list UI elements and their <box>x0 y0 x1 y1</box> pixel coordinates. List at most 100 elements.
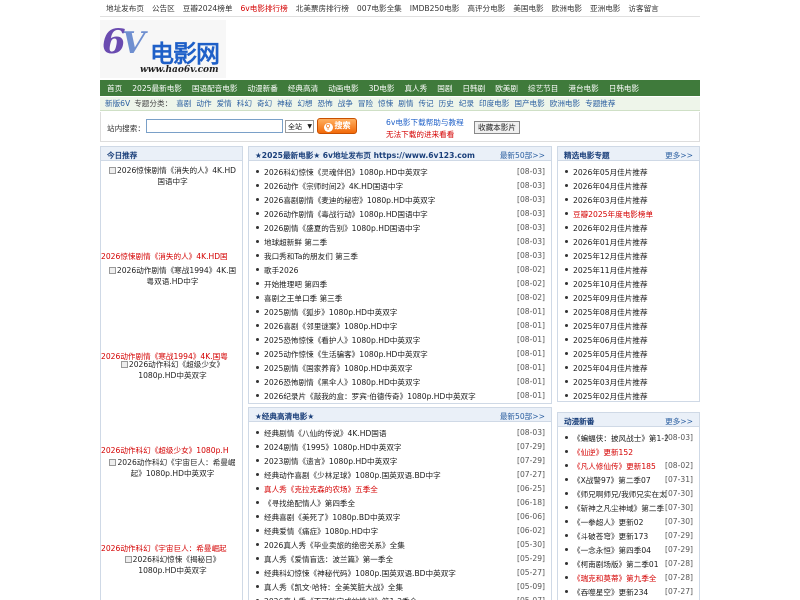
item-title[interactable]: 《斩神之凡尘神域》第二季 <box>573 503 664 514</box>
list-item[interactable]: 2026年05月佳片推荐 <box>564 165 693 179</box>
item-title[interactable]: 经典科幻惊悚《神秘代码》1080p.国英双语.BD中英双字 <box>264 568 456 579</box>
download-help-link[interactable]: 无法下载的进来看看 <box>386 129 454 140</box>
item-title[interactable]: 歌手2026 <box>264 265 299 276</box>
list-item[interactable]: 2026科幻惊悚《灵魂伴侣》1080p.HD中英双字 [08-03] <box>255 165 545 179</box>
item-title[interactable]: 真人秀《凯文·哈特：全美笑脏大战》全集 <box>264 582 403 593</box>
list-item[interactable]: 2025年05月佳片推荐 <box>564 347 693 361</box>
main-nav-item[interactable]: 综艺节目 <box>528 83 558 94</box>
item-title[interactable]: 2025年04月佳片推荐 <box>573 363 648 374</box>
recommend-caption[interactable]: 2026惊悚剧情《消失的人》4K.HD国 <box>101 251 244 262</box>
list-item[interactable]: 2026年04月佳片推荐 <box>564 179 693 193</box>
category-link[interactable]: 剧情 <box>398 98 413 109</box>
item-title[interactable]: 《师兄啊师兄/我师兄实在太 <box>573 489 667 500</box>
item-title[interactable]: 2026动作《宗师时间2》4K.HD国语中字 <box>264 181 403 192</box>
more-link[interactable]: 最新50部>> <box>500 411 545 422</box>
item-title[interactable]: 2025年08月佳片推荐 <box>573 307 648 318</box>
list-item[interactable]: 2026动作剧情《毒战行动》1080p.HD国语中字 [08-03] <box>255 207 545 221</box>
item-title[interactable]: 2025动作惊悚《生活骗客》1080p.HD中英双字 <box>264 349 428 360</box>
list-item[interactable]: 2026真人秀《不可能完成的挑战》第1-2季全 [05-07] <box>255 594 545 600</box>
category-link[interactable]: 传记 <box>418 98 433 109</box>
category-link[interactable]: 欧洲电影 <box>550 98 580 109</box>
list-item[interactable]: 2026恐怖剧情《黑伞人》1080p.HD中英双字 [08-01] <box>255 375 545 389</box>
item-title[interactable]: 《X战警97》第二季07 <box>573 475 651 486</box>
list-item[interactable]: 2025年04月佳片推荐 <box>564 361 693 375</box>
item-title[interactable]: 2026年02月佳片推荐 <box>573 223 648 234</box>
list-item[interactable]: 2026剧情《盛夏的告别》1080p.HD国语中字 [08-03] <box>255 221 545 235</box>
category-link[interactable]: 专题推荐 <box>585 98 615 109</box>
category-link[interactable]: 动作 <box>196 98 211 109</box>
item-title[interactable]: 2025年06月佳片推荐 <box>573 335 648 346</box>
list-item[interactable]: 《柯南剧场版》第二季01 [07-28] <box>564 557 693 571</box>
item-title[interactable]: 经典剧情《八仙的传说》4K.HD国语 <box>264 428 387 439</box>
category-link[interactable]: 冒险 <box>358 98 373 109</box>
recommend-item[interactable]: 2026科幻惊悚《揭秘日》1080p.HD中英双字 <box>101 554 244 576</box>
top-link[interactable]: 豆瓣2024榜单 <box>183 3 233 14</box>
main-nav-item[interactable]: 国语配音电影 <box>192 83 238 94</box>
poster-image[interactable]: 2026科幻惊悚《揭秘日》1080p.HD中英双字 <box>108 554 238 576</box>
list-item[interactable]: 豆瓣2025年度电影榜单 <box>564 207 693 221</box>
category-link[interactable]: 奇幻 <box>257 98 272 109</box>
item-title[interactable]: 开始推理吧 第四季 <box>264 279 327 290</box>
main-nav-item[interactable]: 日韩剧 <box>462 83 485 94</box>
list-item[interactable]: 真人秀《克拉克森的农场》五季全 [06-25] <box>255 482 545 496</box>
item-title[interactable]: 2026年05月佳片推荐 <box>573 167 648 178</box>
item-title[interactable]: 2025年12月佳片推荐 <box>573 251 648 262</box>
item-title[interactable]: 《瑞克和莫蒂》第九季全 <box>573 573 657 584</box>
top-link[interactable]: 地址发布页 <box>106 3 144 14</box>
top-link[interactable]: 007电影全集 <box>357 3 402 14</box>
main-nav-item[interactable]: 动漫新番 <box>247 83 277 94</box>
item-title[interactable]: 《凡人修仙传》更新185 <box>573 461 656 472</box>
item-title[interactable]: 2025剧情《狐步》1080p.HD中英双字 <box>264 307 397 318</box>
list-item[interactable]: 《师兄啊师兄/我师兄实在太 [07-30] <box>564 487 693 501</box>
category-link[interactable]: 神秘 <box>277 98 292 109</box>
top-link[interactable]: 北美票房排行榜 <box>296 3 349 14</box>
list-item[interactable]: 2025动作惊悚《生活骗客》1080p.HD中英双字 [08-01] <box>255 347 545 361</box>
more-link[interactable]: 更多>> <box>665 150 693 161</box>
top-link[interactable]: 欧洲电影 <box>552 3 582 14</box>
item-title[interactable]: 2026真人秀《毕业卖旅的绝密关系》全集 <box>264 540 405 551</box>
item-title[interactable]: 2026科幻惊悚《灵魂伴侣》1080p.HD中英双字 <box>264 167 428 178</box>
list-item[interactable]: 2026喜剧剧情《麦迪的秘密》1080p.HD中英双字 [08-03] <box>255 193 545 207</box>
list-item[interactable]: 歌手2026 [08-02] <box>255 263 545 277</box>
top-link[interactable]: 公告区 <box>152 3 175 14</box>
item-title[interactable]: 《蝙蝠侠：披风战士》第1-2季 <box>573 433 668 444</box>
main-nav-item[interactable]: 欧美剧 <box>495 83 518 94</box>
item-title[interactable]: 《一念永恒》第四季04 <box>573 545 651 556</box>
list-item[interactable]: 《瑞克和莫蒂》第九季全 [07-28] <box>564 571 693 585</box>
list-item[interactable]: 2025剧情《狐步》1080p.HD中英双字 [08-01] <box>255 305 545 319</box>
top-link[interactable]: 美国电影 <box>513 3 543 14</box>
list-item[interactable]: 2025年02月佳片推荐 <box>564 389 693 403</box>
list-item[interactable]: 经典喜剧《美死了》1080p.BD中英双字 [06-06] <box>255 510 545 524</box>
list-item[interactable]: 《吞噬星空》更新234 [07-27] <box>564 585 693 599</box>
main-nav-item[interactable]: 动画电影 <box>328 83 358 94</box>
site-logo[interactable]: 6 V 电影网 www.hao6v.com <box>100 20 226 78</box>
list-item[interactable]: 2025恐怖惊悚《看护人》1080p.HD中英双字 [08-01] <box>255 333 545 347</box>
item-title[interactable]: 2025剧情《国家养育》1080p.HD中英双字 <box>264 363 413 374</box>
list-item[interactable]: 2025年03月佳片推荐 <box>564 375 693 389</box>
list-item[interactable]: 《一念永恒》第四季04 [07-29] <box>564 543 693 557</box>
poster-image[interactable]: 2026动作科幻《宇宙巨人：希曼崛起》1080p.HD中英双字 <box>108 457 238 479</box>
list-item[interactable]: 2023剧情《遗言》1080p.HD中英双字 [07-29] <box>255 454 545 468</box>
bookmark-button[interactable]: 收藏本影片 <box>474 121 520 134</box>
main-nav-item[interactable]: 2025最新电影 <box>132 83 182 94</box>
list-item[interactable]: 2025年06月佳片推荐 <box>564 333 693 347</box>
category-link[interactable]: 纪录 <box>459 98 474 109</box>
item-title[interactable]: 2025恐怖惊悚《看护人》1080p.HD中英双字 <box>264 335 420 346</box>
item-title[interactable]: 2023剧情《遗言》1080p.HD中英双字 <box>264 456 397 467</box>
item-title[interactable]: 2025年07月佳片推荐 <box>573 321 648 332</box>
item-title[interactable]: 《一拳超人》更新02 <box>573 517 643 528</box>
item-title[interactable]: 地球超新鲜 第二季 <box>264 237 327 248</box>
list-item[interactable]: 2026年02月佳片推荐 <box>564 221 693 235</box>
recommend-item[interactable]: 2026动作剧情《寒战1994》4K.国粤双语.HD中字 <box>101 265 244 287</box>
main-nav-item[interactable]: 国剧 <box>437 83 452 94</box>
main-nav-item[interactable]: 日韩电影 <box>609 83 639 94</box>
item-title[interactable]: 2025年03月佳片推荐 <box>573 377 648 388</box>
item-title[interactable]: 2026年01月佳片推荐 <box>573 237 648 248</box>
top-link[interactable]: 6v电影排行榜 <box>240 3 287 14</box>
category-link[interactable]: 科幻 <box>237 98 252 109</box>
item-title[interactable]: 《斗破苍穹》更新173 <box>573 531 648 542</box>
category-link[interactable]: 历史 <box>439 98 454 109</box>
list-item[interactable]: 真人秀《爱情盲选：波兰篇》第一季全 [05-29] <box>255 552 545 566</box>
main-nav-item[interactable]: 港台电影 <box>568 83 598 94</box>
item-title[interactable]: 2024剧情《1995》1080p.HD中英双字 <box>264 442 402 453</box>
